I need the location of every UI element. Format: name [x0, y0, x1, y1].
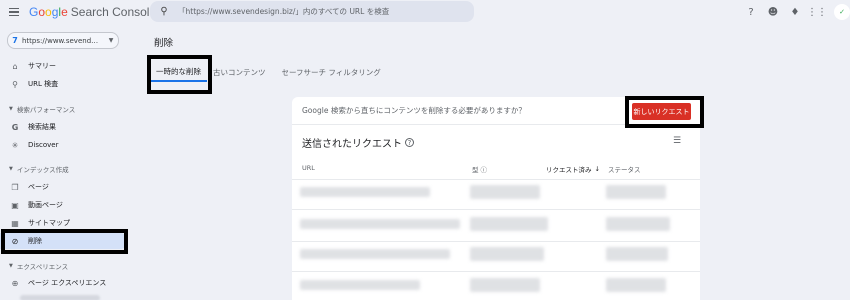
sidebar-item-discover[interactable]: ✳ Discover: [0, 137, 128, 153]
blurred-cell: [300, 249, 450, 259]
sidebar-item-label: ページ エクスペリエンス: [28, 279, 107, 287]
blurred-cell: [470, 247, 544, 261]
requests-title: 送信されたリクエスト ?: [302, 135, 414, 150]
blurred-cell: [606, 185, 666, 199]
blurred-cell: [300, 187, 430, 197]
section-label: インデックス作成: [16, 166, 69, 174]
sidebar-item-label: 動画ページ: [28, 201, 63, 209]
eye-off-icon: ⊘: [11, 236, 19, 246]
section-performance[interactable]: ▼ 検索パフォーマンス: [9, 103, 75, 115]
property-selector[interactable]: 7 https://www.sevend… ▼: [7, 32, 119, 49]
chevron-down-icon: ▼: [108, 37, 114, 44]
apps-grid-icon[interactable]: ⋮⋮: [806, 4, 828, 20]
logo-letter: e: [61, 5, 68, 19]
blurred-cell: [606, 247, 668, 261]
help-icon[interactable]: ?: [405, 138, 414, 147]
sidebar-item-label: サマリー: [28, 62, 56, 70]
section-experience[interactable]: ▼ エクスペリエンス: [9, 260, 68, 272]
google-g-icon: G: [11, 122, 19, 132]
divider: [292, 209, 700, 210]
divider: [292, 179, 700, 180]
search-console-logo[interactable]: Google Search Console: [29, 5, 156, 19]
removals-card: Google 検索から直ちにコンテンツを削除する必要がありますか？ 新しいリクエ…: [292, 97, 700, 300]
add-circle-icon: ⊕: [11, 278, 19, 288]
blurred-cell: [300, 280, 420, 290]
blurred-cell: [470, 278, 540, 292]
blurred-sidebar-item: [20, 295, 100, 300]
divider: [292, 241, 700, 242]
sidebar-item-label: URL 検査: [28, 80, 59, 88]
people-icon[interactable]: ☻: [762, 4, 784, 20]
sidebar-item-page-experience[interactable]: ⊕ ページ エクスペリエンス: [0, 275, 128, 291]
arrow-down-icon: ↓: [594, 165, 600, 173]
sidebar: 7 https://www.sevend… ▼ ⌂ サマリー ⚲ URL 検査 …: [0, 24, 136, 300]
column-type-label: 型: [472, 166, 479, 174]
blurred-cell: [606, 278, 666, 292]
blurred-cell: [300, 219, 460, 229]
sidebar-item-removals[interactable]: ⊘ 削除: [0, 233, 128, 249]
bell-icon[interactable]: ♦: [784, 4, 806, 20]
asterisk-icon: ✳: [11, 140, 19, 150]
column-requested-label: リクエスト済み: [546, 166, 592, 174]
section-indexing[interactable]: ▼ インデックス作成: [9, 163, 69, 175]
sidebar-item-label: ページ: [28, 183, 49, 191]
sidebar-item-sitemaps[interactable]: ▦ サイトマップ: [0, 215, 128, 231]
search-icon: ⚲: [160, 6, 168, 17]
caret-down-icon: ▼: [9, 263, 13, 269]
removal-tabs: 一時的な削除 古いコンテンツ セーフサーチ フィルタリング: [150, 62, 387, 82]
property-label: https://www.sevend…: [22, 36, 99, 45]
tab-outdated-content[interactable]: 古いコンテンツ: [207, 62, 272, 82]
search-input[interactable]: 「https://www.sevendesign.biz/」内のすべての URL…: [178, 6, 389, 17]
logo-letter: o: [45, 5, 52, 19]
search-icon: ⚲: [12, 79, 18, 89]
column-header-status[interactable]: ステータス: [608, 164, 641, 174]
sidebar-item-video-pages[interactable]: ▣ 動画ページ: [0, 197, 128, 213]
url-inspect-search-bar[interactable]: ⚲ 「https://www.sevendesign.biz/」内のすべての U…: [150, 1, 474, 22]
pages-icon: ❐: [11, 182, 19, 192]
top-app-bar: Google Search Console ⚲ 「https://www.seve…: [0, 0, 850, 24]
home-icon: ⌂: [12, 61, 18, 71]
video-pages-icon: ▣: [11, 200, 19, 210]
divider: [292, 271, 700, 272]
column-header-type[interactable]: 型 ⓘ: [472, 164, 487, 174]
sidebar-item-label: サイトマップ: [28, 219, 70, 227]
removal-question: Google 検索から直ちにコンテンツを削除する必要がありますか？: [302, 106, 526, 115]
section-label: エクスペリエンス: [16, 263, 69, 271]
column-header-url[interactable]: URL: [302, 164, 315, 172]
product-name: Search Console: [70, 5, 157, 19]
tab-temporary-removals[interactable]: 一時的な削除: [150, 62, 207, 82]
page-title: 削除: [154, 38, 174, 49]
blurred-cell: [470, 185, 540, 199]
sidebar-item-summary[interactable]: ⌂ サマリー: [0, 58, 128, 74]
section-label: 検索パフォーマンス: [16, 106, 76, 114]
help-icon: ⓘ: [480, 166, 488, 174]
blurred-cell: [470, 217, 548, 231]
avatar[interactable]: ✓: [834, 4, 850, 20]
requests-title-text: 送信されたリクエスト: [302, 139, 402, 150]
help-icon[interactable]: ?: [740, 4, 762, 20]
new-request-button[interactable]: 新しいリクエスト: [632, 103, 691, 120]
sidebar-item-label: Discover: [28, 141, 59, 149]
logo-letter: G: [29, 5, 39, 19]
header-actions: ? ☻ ♦ ⋮⋮ ✓: [740, 4, 850, 20]
filter-icon[interactable]: ☰: [673, 136, 681, 146]
tab-safesearch-filtering[interactable]: セーフサーチ フィルタリング: [276, 62, 387, 82]
sidebar-item-label: 削除: [28, 237, 42, 245]
menu-icon[interactable]: [8, 6, 20, 18]
blurred-cell: [606, 217, 670, 231]
property-icon: 7: [12, 36, 18, 45]
sidebar-item-label: 検索結果: [28, 123, 56, 131]
caret-down-icon: ▼: [9, 106, 13, 112]
sitemap-icon: ▦: [11, 218, 19, 228]
caret-down-icon: ▼: [9, 166, 13, 172]
sidebar-item-pages[interactable]: ❐ ページ: [0, 179, 128, 195]
sidebar-item-search-results[interactable]: G 検索結果: [0, 119, 128, 135]
sidebar-item-url-inspection[interactable]: ⚲ URL 検査: [0, 76, 128, 92]
column-header-requested[interactable]: リクエスト済み ↓: [546, 164, 600, 174]
